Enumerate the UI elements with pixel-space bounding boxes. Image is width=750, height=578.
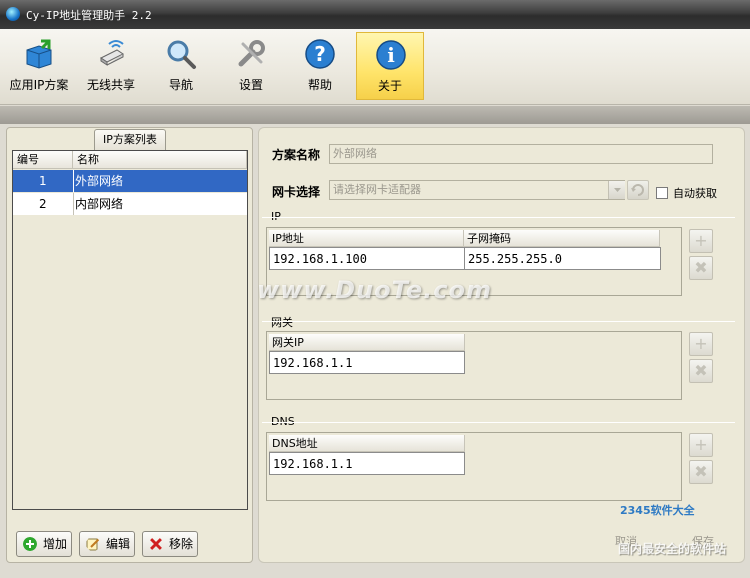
watermark-logo: 2345软件大全: [620, 504, 695, 517]
toolbar-label: 无线共享: [86, 78, 135, 92]
remove-ip-button[interactable]: ✖: [689, 256, 713, 280]
list-item[interactable]: 2 内部网络: [13, 193, 247, 215]
gateway-section-title: 网关: [271, 316, 293, 329]
row-name: 内部网络: [75, 197, 124, 211]
apply-scheme-icon: [26, 39, 52, 69]
remove-button-label: 移除: [169, 537, 194, 551]
app-globe-icon: [6, 7, 20, 21]
column-header-mask: 子网掩码: [464, 230, 660, 247]
toolbar-label: 关于: [377, 79, 402, 93]
window-title: Cy-IP地址管理助手 2.2: [26, 9, 152, 22]
column-header-gateway: 网关IP: [269, 334, 465, 351]
svg-text:?: ?: [314, 42, 326, 66]
toolbar-label: 应用IP方案: [9, 78, 69, 92]
chevron-down-icon[interactable]: [608, 181, 625, 199]
add-ip-button[interactable]: +: [689, 229, 713, 253]
add-icon: [23, 537, 37, 551]
column-header-name[interactable]: 名称: [73, 151, 247, 169]
dns-grid[interactable]: DNS地址 192.168.1.1: [266, 432, 682, 501]
column-header-dns: DNS地址: [269, 435, 465, 452]
toolbar-help-button[interactable]: ? 帮助: [286, 32, 354, 100]
toolbar-about-button[interactable]: i 关于: [356, 32, 424, 100]
edit-button[interactable]: 编辑: [79, 531, 135, 557]
toolbar-label: 帮助: [307, 78, 332, 92]
toolbar-label: 设置: [238, 78, 263, 92]
nic-select-label: 网卡选择: [272, 185, 321, 199]
refresh-icon[interactable]: [627, 180, 649, 200]
auto-get-checkbox[interactable]: [656, 187, 668, 199]
magnifier-icon: [167, 40, 196, 69]
scheme-list-tab[interactable]: IP方案列表: [94, 129, 166, 150]
toolbar-navigation-button[interactable]: 导航: [147, 32, 215, 100]
subnet-mask-cell[interactable]: 255.255.255.0: [464, 247, 661, 270]
remove-button[interactable]: 移除: [142, 531, 198, 557]
ip-address-cell[interactable]: 192.168.1.100: [269, 247, 465, 270]
row-id: 1: [39, 174, 47, 188]
nic-select[interactable]: 请选择网卡适配器: [329, 180, 625, 200]
edit-button-label: 编辑: [106, 537, 131, 551]
row-id: 2: [39, 197, 47, 211]
wireless-share-icon: [100, 40, 124, 66]
column-header-ip: IP地址: [269, 230, 464, 247]
column-header-id[interactable]: 编号: [13, 151, 73, 169]
scheme-name-label: 方案名称: [272, 148, 321, 162]
list-item[interactable]: 1 外部网络: [13, 170, 247, 192]
info-icon: i: [376, 40, 406, 70]
help-icon: ?: [305, 39, 335, 69]
scheme-name-input[interactable]: 外部网络: [329, 144, 713, 164]
remove-icon: [149, 537, 163, 551]
add-button[interactable]: 增加: [16, 531, 72, 557]
site-watermark: www.DuoTe.com: [257, 276, 492, 304]
watermark-subtitle: 国内最安全的软件站: [618, 542, 727, 556]
dns-address-cell[interactable]: 192.168.1.1: [269, 452, 465, 475]
wrench-icon: [238, 40, 265, 67]
svg-text:i: i: [387, 43, 395, 67]
auto-get-label: 自动获取: [673, 187, 717, 200]
edit-icon: [86, 538, 100, 551]
row-name: 外部网络: [75, 174, 124, 188]
toolbar-divider: [0, 106, 750, 124]
add-button-label: 增加: [43, 537, 68, 551]
remove-gateway-button[interactable]: ✖: [689, 359, 713, 383]
toolbar-label: 导航: [168, 78, 193, 92]
toolbar-wireless-share-button[interactable]: 无线共享: [77, 32, 145, 100]
gateway-ip-cell[interactable]: 192.168.1.1: [269, 351, 465, 374]
toolbar-settings-button[interactable]: 设置: [217, 32, 285, 100]
remove-dns-button[interactable]: ✖: [689, 460, 713, 484]
scheme-list[interactable]: 编号 名称 1 外部网络 2 内部网络: [12, 150, 248, 510]
add-gateway-button[interactable]: +: [689, 332, 713, 356]
gateway-grid[interactable]: 网关IP 192.168.1.1: [266, 331, 682, 400]
toolbar-apply-scheme-button[interactable]: 应用IP方案: [5, 32, 73, 100]
add-dns-button[interactable]: +: [689, 433, 713, 457]
